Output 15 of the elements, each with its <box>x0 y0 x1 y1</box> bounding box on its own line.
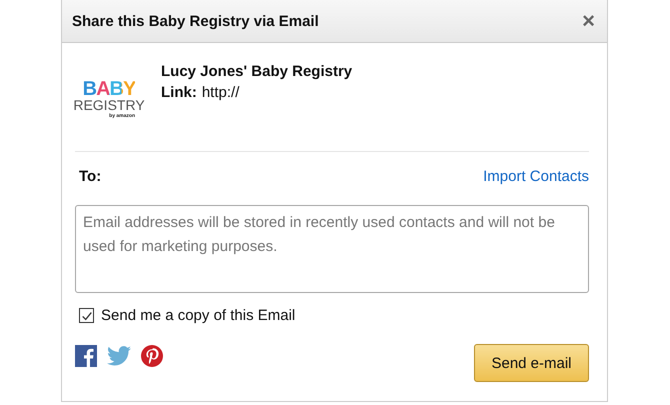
checkbox[interactable] <box>79 308 94 323</box>
facebook-icon[interactable] <box>75 345 97 367</box>
link-value: http:// <box>202 84 240 101</box>
close-button[interactable]: × <box>580 10 597 32</box>
link-label: Link: <box>161 84 197 101</box>
logo-word: REGISTRY <box>73 98 145 113</box>
send-email-button[interactable]: Send e-mail <box>474 344 589 382</box>
registry-name: Lucy Jones' Baby Registry <box>161 63 352 80</box>
logo-word: BABY <box>82 80 136 98</box>
dialog-title: Share this Baby Registry via Email <box>72 12 319 30</box>
import-contacts-link[interactable]: Import Contacts <box>483 168 589 185</box>
pinterest-icon[interactable] <box>141 345 163 367</box>
checkbox-label: Send me a copy of this Email <box>101 307 296 324</box>
email-field[interactable]: Email addresses will be stored in recently used contacts and will not be used for marketing purposes. <box>75 205 589 293</box>
to-label: To: <box>79 168 102 185</box>
